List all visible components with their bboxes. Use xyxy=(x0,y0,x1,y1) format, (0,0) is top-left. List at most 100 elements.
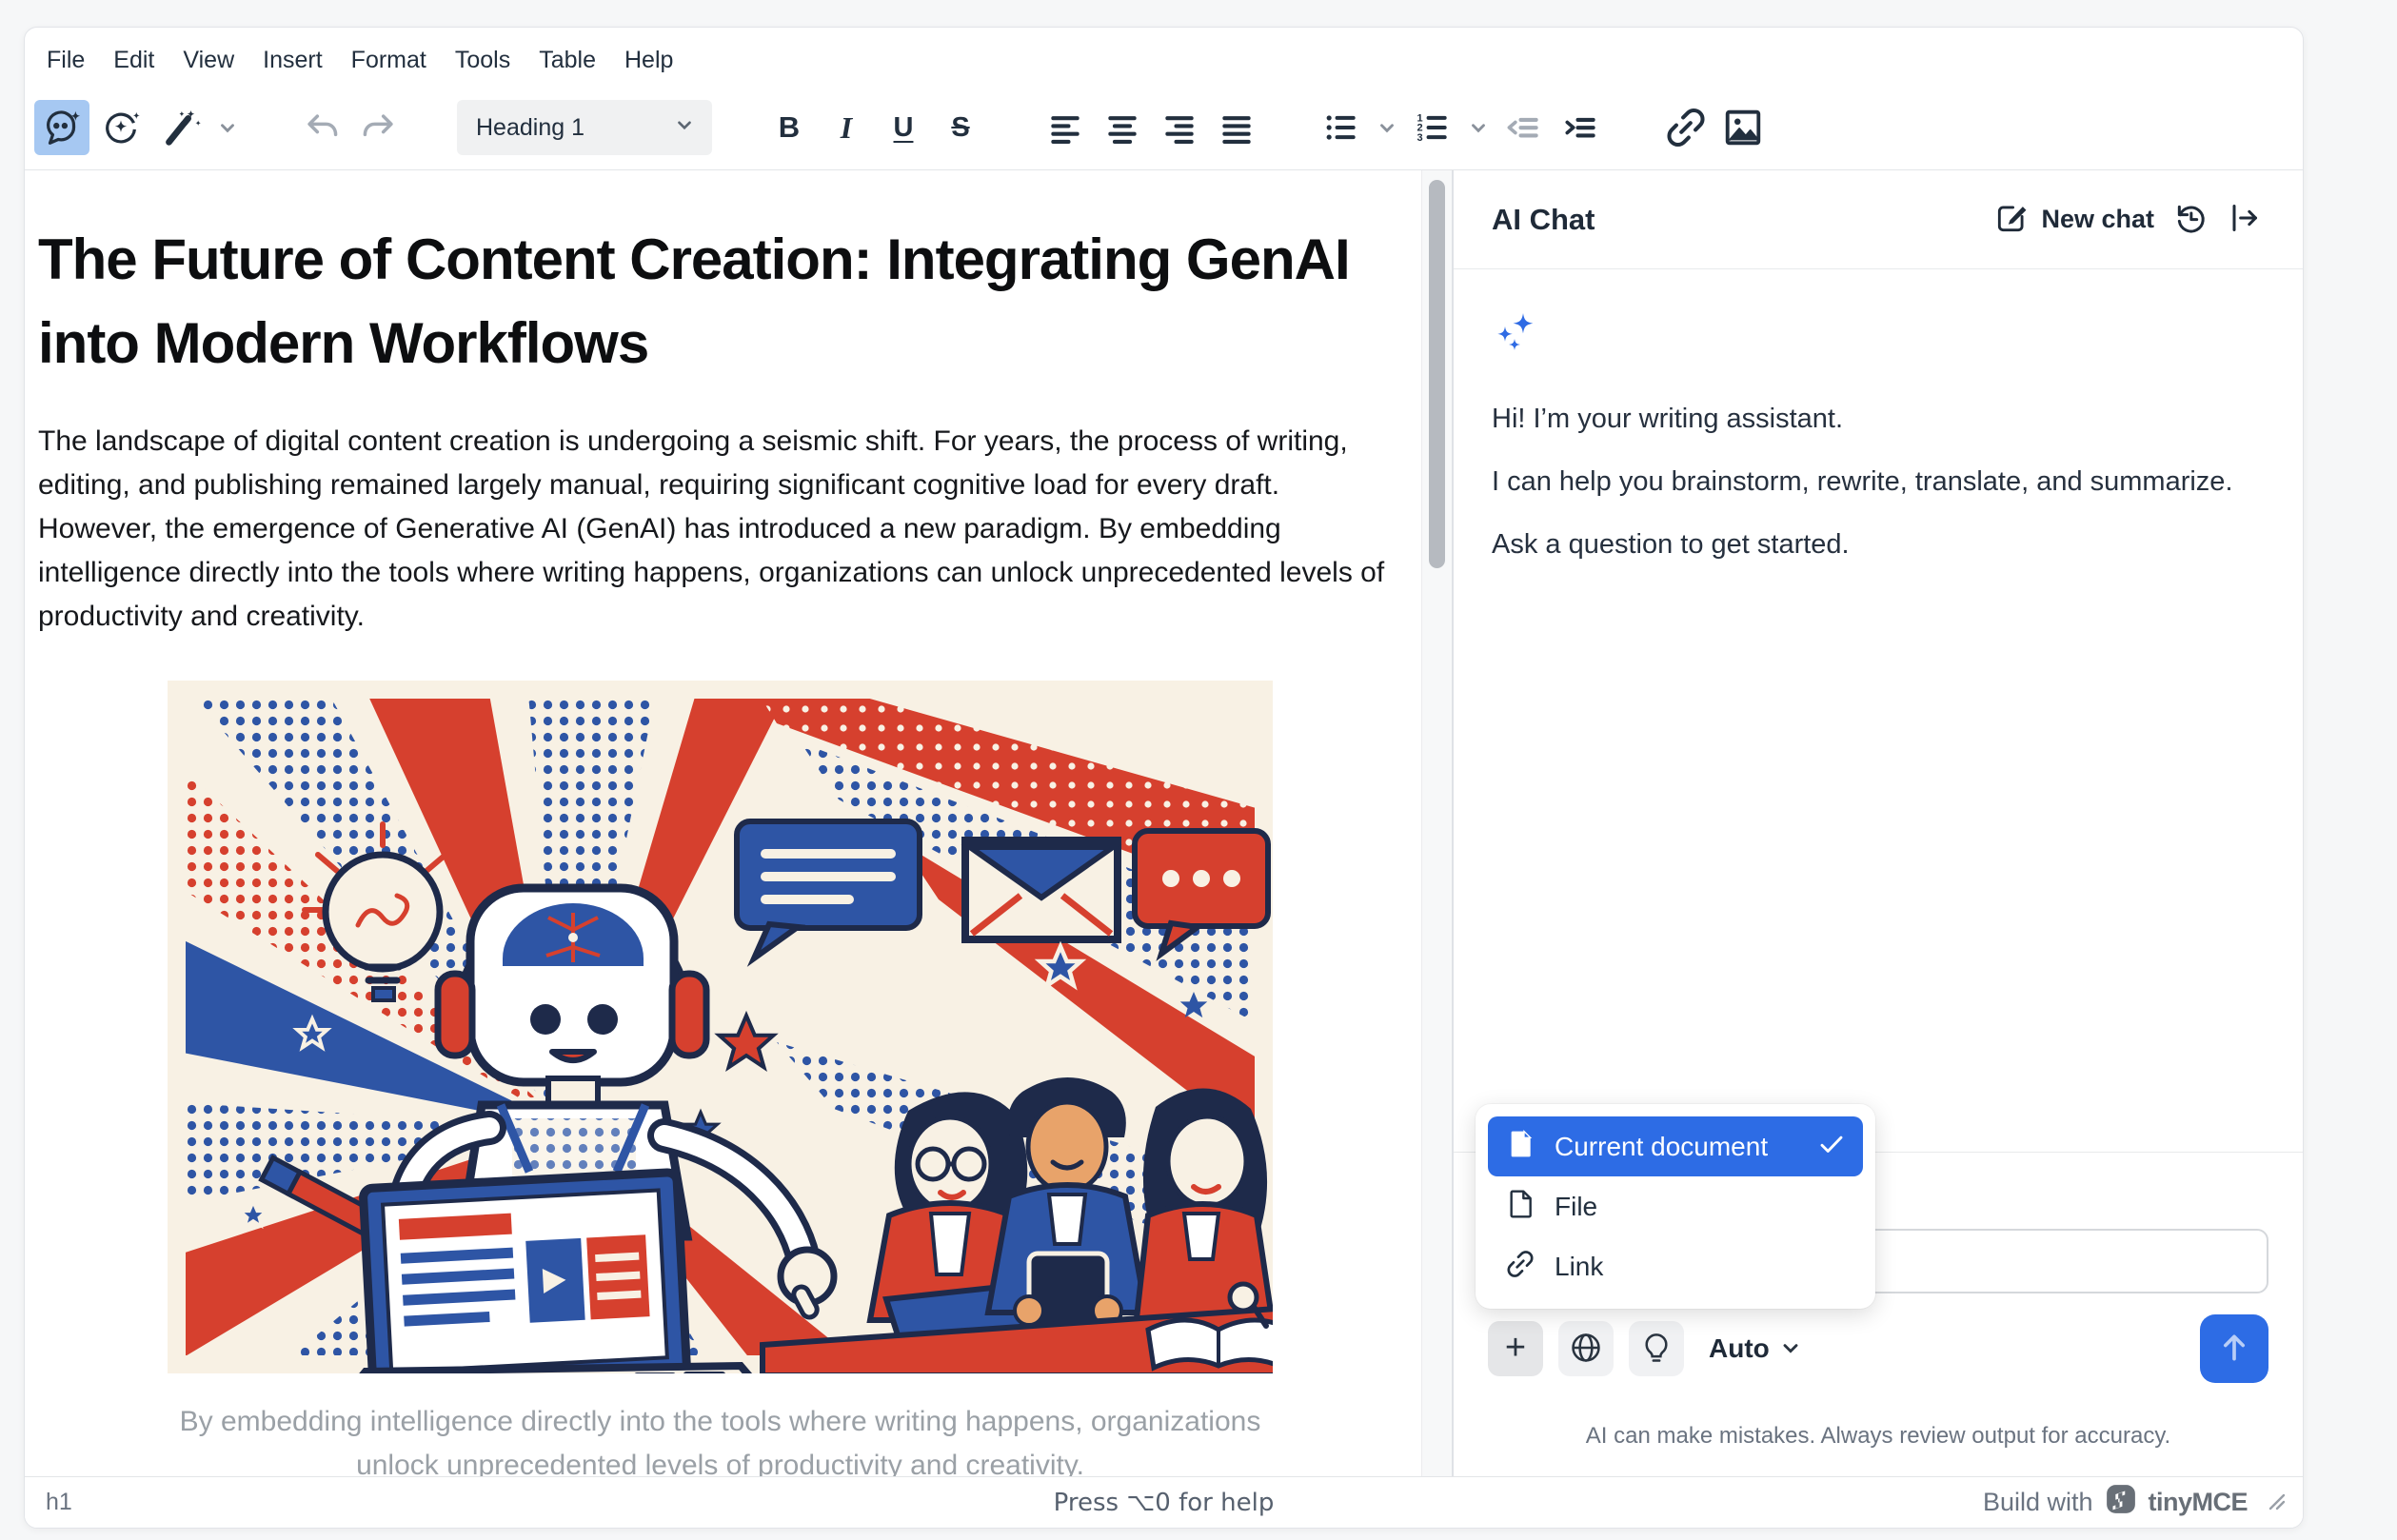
ai-disclaimer: AI can make mistakes. Always review outp… xyxy=(1488,1423,2268,1450)
suggestions-button[interactable] xyxy=(1629,1321,1684,1376)
close-panel-icon-button[interactable] xyxy=(2217,193,2270,247)
toolbar: Heading 1 B I U S xyxy=(25,87,2303,168)
ai-chat-title: AI Chat xyxy=(1492,203,1984,237)
align-left-button[interactable] xyxy=(1038,100,1093,155)
menu-item-label: File xyxy=(1555,1192,1846,1222)
resize-handle-icon[interactable] xyxy=(2265,1488,2286,1517)
menu-item-file[interactable]: File xyxy=(1488,1176,1863,1236)
menu-item-current-document[interactable]: Current document xyxy=(1488,1116,1863,1176)
globe-icon xyxy=(1568,1330,1604,1369)
menu-table[interactable]: Table xyxy=(525,37,610,84)
indent-button[interactable] xyxy=(1554,100,1609,155)
add-attachment-button[interactable]: + xyxy=(1488,1321,1543,1376)
ai-rewrite-button[interactable] xyxy=(152,100,208,155)
menu-tools[interactable]: Tools xyxy=(441,37,525,84)
tinymce-logo-icon xyxy=(2105,1483,2137,1522)
branding-name: tinyMCE xyxy=(2149,1488,2248,1517)
context-source-menu: Current document File Link xyxy=(1476,1104,1875,1309)
align-right-button[interactable] xyxy=(1152,100,1207,155)
chevron-down-icon xyxy=(674,114,695,142)
editor-scrollbar-track[interactable] xyxy=(1421,170,1452,1476)
lightbulb-icon xyxy=(1638,1330,1674,1369)
collapse-panel-icon xyxy=(2225,199,2263,240)
ai-shortcuts-button[interactable] xyxy=(93,100,149,155)
image-icon xyxy=(1721,106,1765,149)
menu-edit[interactable]: Edit xyxy=(99,37,168,84)
ai-chat-messages: Hi! I’m your writing assistant. I can he… xyxy=(1454,269,2303,1152)
document-edit-area[interactable]: The Future of Content Creation: Integrat… xyxy=(25,170,1421,1476)
branding-prefix: Build with xyxy=(1983,1488,2093,1517)
greeting-line: Hi! I’m your writing assistant. xyxy=(1492,400,2265,438)
assistant-greeting: Hi! I’m your writing assistant. I can he… xyxy=(1492,400,2265,563)
bullet-list-menu-chevron[interactable] xyxy=(1371,100,1403,155)
genai-collaboration-illustration xyxy=(168,681,1273,1373)
format-select-value: Heading 1 xyxy=(476,114,584,142)
arrow-up-icon xyxy=(2215,1329,2253,1370)
document-icon xyxy=(1505,1129,1535,1164)
document-paragraph[interactable]: The landscape of digital content creatio… xyxy=(38,420,1402,639)
redo-button[interactable] xyxy=(352,100,407,155)
insert-link-button[interactable] xyxy=(1658,100,1714,155)
status-bar: Press ⌥0 for help h1 Build with tinyMCE xyxy=(25,1476,2303,1528)
italic-button[interactable]: I xyxy=(819,100,874,155)
ai-shortcuts-icon xyxy=(99,106,143,149)
numbered-list-icon: 123 xyxy=(1412,107,1454,148)
align-center-button[interactable] xyxy=(1095,100,1150,155)
document-figure[interactable]: By embedding intelligence directly into … xyxy=(168,681,1273,1476)
undo-button[interactable] xyxy=(293,100,348,155)
svg-text:3: 3 xyxy=(1417,132,1423,144)
plus-icon: + xyxy=(1505,1330,1526,1366)
align-right-icon xyxy=(1159,107,1200,148)
menu-file[interactable]: File xyxy=(32,37,99,84)
link-icon xyxy=(1505,1249,1535,1284)
bullet-list-button[interactable] xyxy=(1314,100,1369,155)
new-chat-label: New chat xyxy=(2041,205,2154,234)
editor-scrollbar-thumb[interactable] xyxy=(1429,180,1445,568)
send-message-button[interactable] xyxy=(2200,1314,2268,1383)
compose-icon xyxy=(1993,200,2030,239)
bold-icon: B xyxy=(779,110,800,145)
format-select[interactable]: Heading 1 xyxy=(457,100,712,155)
outdent-button[interactable] xyxy=(1496,100,1552,155)
greeting-line: Ask a question to get started. xyxy=(1492,525,2265,563)
ai-sparkles-icon xyxy=(1492,307,2265,362)
branding[interactable]: Build with tinyMCE xyxy=(1983,1483,2286,1522)
document-icon xyxy=(1505,1189,1535,1224)
menu-item-label: Link xyxy=(1555,1252,1846,1282)
menu-help[interactable]: Help xyxy=(610,37,687,84)
menu-view[interactable]: View xyxy=(168,37,248,84)
redo-icon xyxy=(359,107,401,148)
strikethrough-icon: S xyxy=(951,112,969,144)
outdent-icon xyxy=(1503,107,1545,148)
underline-button[interactable]: U xyxy=(876,100,931,155)
strikethrough-button[interactable]: S xyxy=(933,100,988,155)
ai-chat-header: AI Chat New chat xyxy=(1454,170,2303,269)
ai-rewrite-menu-chevron[interactable] xyxy=(211,100,244,155)
history-icon xyxy=(2171,199,2209,240)
numbered-list-button[interactable]: 123 xyxy=(1405,100,1460,155)
web-search-button[interactable] xyxy=(1558,1321,1614,1376)
new-chat-button[interactable]: New chat xyxy=(1984,192,2164,247)
insert-image-button[interactable] xyxy=(1715,100,1771,155)
menu-item-label: Current document xyxy=(1555,1132,1798,1162)
link-icon xyxy=(1664,106,1708,149)
indent-icon xyxy=(1560,107,1602,148)
menu-format[interactable]: Format xyxy=(337,37,441,84)
editor-header: File Edit View Insert Format Tools Table… xyxy=(25,28,2303,170)
mode-select[interactable]: Auto xyxy=(1709,1333,1802,1364)
help-shortcut-hint: Press ⌥0 for help xyxy=(25,1489,2303,1517)
figure-caption: By embedding intelligence directly into … xyxy=(168,1400,1273,1476)
menu-item-link[interactable]: Link xyxy=(1488,1236,1863,1296)
chevron-down-icon xyxy=(1779,1336,1802,1362)
mode-select-value: Auto xyxy=(1709,1333,1770,1364)
bold-button[interactable]: B xyxy=(762,100,817,155)
greeting-line: I can help you brainstorm, rewrite, tran… xyxy=(1492,463,2265,501)
menu-insert[interactable]: Insert xyxy=(248,37,337,84)
align-justify-button[interactable] xyxy=(1209,100,1264,155)
document-title[interactable]: The Future of Content Creation: Integrat… xyxy=(38,218,1402,385)
align-center-icon xyxy=(1101,107,1143,148)
editor-main: The Future of Content Creation: Integrat… xyxy=(25,170,2303,1476)
numbered-list-menu-chevron[interactable] xyxy=(1462,100,1495,155)
ai-chat-toggle-button[interactable] xyxy=(34,100,89,155)
chat-history-button[interactable] xyxy=(2164,193,2217,247)
